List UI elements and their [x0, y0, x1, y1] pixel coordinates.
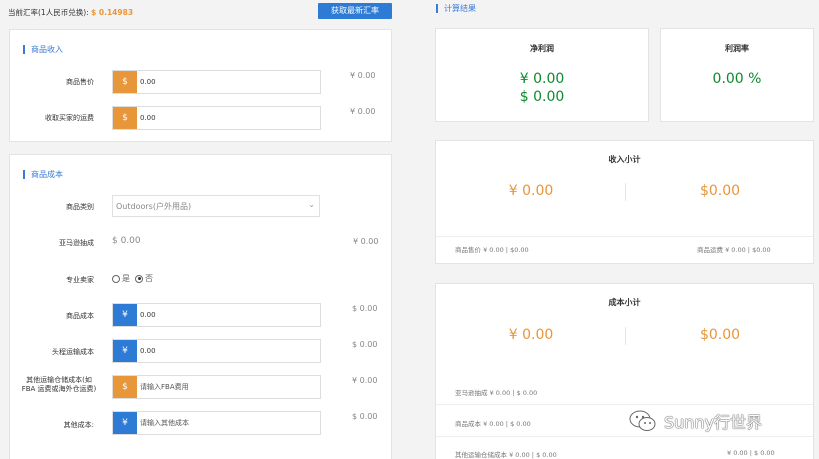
exchange-rate-line: 当前汇率(1人民币兑换): $ 0.14983 — [8, 7, 133, 18]
cost-detail-product: 商品成本 ¥ 0.00 | $ 0.00 — [455, 420, 531, 428]
dollar-icon: $ — [113, 71, 137, 93]
income-detail-shipping: 商品运费 ¥ 0.00 | $0.00 — [697, 246, 771, 254]
yuan-icon: ¥ — [113, 412, 137, 434]
radio-no-label: 否 — [145, 274, 153, 283]
cost-subtotal-usd: $0.00 — [699, 327, 741, 343]
other-shipping-label: 其他运输仓储成本(如FBA 运费或海外仓运费) — [21, 376, 97, 393]
watermark-text: Sunny行世界 — [664, 413, 763, 432]
other-shipping-placeholder: 请输入FBA费用 — [140, 383, 189, 391]
sale-price-value: 0.00 — [140, 78, 156, 86]
income-subtotal-title: 收入小计 — [608, 155, 641, 164]
sale-price-label: 商品售价 — [66, 78, 94, 86]
radio-yes-label: 是 — [122, 274, 130, 283]
first-leg-shipping-label: 头程运输成本 — [52, 348, 94, 356]
wechat-logo-icon — [629, 410, 656, 431]
margin-title: 利润率 — [725, 44, 749, 53]
buyer-shipping-input[interactable]: $ 0.00 — [112, 106, 321, 130]
divider — [436, 236, 813, 237]
yuan-icon: ¥ — [113, 340, 137, 362]
buyer-shipping-label: 收取买家的运费 — [45, 114, 94, 122]
net-profit-cny: ¥ 0.00 — [519, 71, 565, 87]
commission-cny: ¥ 0.00 — [353, 237, 379, 246]
other-shipping-cny: ¥ 0.00 — [352, 376, 378, 385]
dollar-icon: $ — [113, 376, 137, 398]
net-profit-usd: $ 0.00 — [519, 89, 565, 105]
yuan-icon: ¥ — [113, 304, 137, 326]
buyer-shipping-value: 0.00 — [140, 114, 156, 122]
other-cost-label: 其他成本: — [63, 421, 94, 429]
category-select[interactable]: Outdoors(户外用品) ⌄ — [112, 195, 320, 217]
results-section-title: 计算结果 — [436, 4, 476, 13]
radio-no[interactable] — [135, 274, 143, 283]
net-profit-title: 净利润 — [530, 44, 554, 53]
first-leg-shipping-value: 0.00 — [140, 347, 156, 355]
income-subtotal-cny: ¥ 0.00 — [508, 183, 554, 199]
income-section-title: 商品收入 — [23, 45, 63, 54]
product-cost-input[interactable]: ¥ 0.00 — [112, 303, 321, 327]
commission-usd: $ 0.00 — [112, 236, 141, 246]
product-cost-value: 0.00 — [140, 311, 156, 319]
buyer-shipping-cny: ¥ 0.00 — [350, 107, 376, 116]
pro-seller-radio-group: 是 否 — [112, 273, 153, 284]
cost-section-title: 商品成本 — [23, 170, 63, 179]
radio-yes[interactable] — [112, 274, 120, 283]
exchange-rate-label: 当前汇率(1人民币兑换): — [8, 8, 89, 17]
category-label: 商品类别 — [66, 203, 94, 211]
sale-price-input[interactable]: $ 0.00 — [112, 70, 321, 94]
other-shipping-input[interactable]: $ 请输入FBA费用 — [112, 375, 321, 399]
pro-seller-label: 专业卖家 — [66, 276, 94, 284]
first-leg-shipping-usd: $ 0.00 — [352, 340, 378, 349]
other-cost-usd: $ 0.00 — [352, 412, 378, 421]
exchange-rate-value: $ 0.14983 — [91, 8, 134, 17]
first-leg-shipping-input[interactable]: ¥ 0.00 — [112, 339, 321, 363]
product-cost-label: 商品成本 — [66, 312, 94, 320]
cost-subtotal-cny: ¥ 0.00 — [508, 327, 554, 343]
cost-detail-other-shipping: 其他运输仓储成本 ¥ 0.00 | $ 0.00 — [455, 451, 557, 459]
income-detail-sale-price: 商品售价 ¥ 0.00 | $0.00 — [455, 246, 529, 254]
watermark: Sunny行世界 — [628, 404, 798, 438]
product-cost-usd: $ 0.00 — [352, 304, 378, 313]
commission-label: 亚马逊抽成 — [59, 239, 94, 247]
dollar-icon: $ — [113, 107, 137, 129]
cost-subtotal-title: 成本小计 — [608, 298, 641, 307]
margin-value: 0.00 % — [712, 71, 762, 87]
cost-detail-other-shipping-right: ¥ 0.00 | $ 0.00 — [727, 449, 775, 457]
sale-price-cny: ¥ 0.00 — [350, 71, 376, 80]
chevron-down-icon: ⌄ — [308, 200, 315, 209]
income-subtotal-usd: $0.00 — [699, 183, 741, 199]
cost-detail-commission: 亚马逊抽成 ¥ 0.00 | $ 0.00 — [455, 389, 538, 397]
other-cost-placeholder: 请输入其他成本 — [140, 419, 189, 427]
category-value: Outdoors(户外用品) — [116, 202, 192, 211]
other-cost-input[interactable]: ¥ 请输入其他成本 — [112, 411, 321, 435]
refresh-rate-button[interactable]: 获取最新汇率 — [318, 3, 392, 19]
